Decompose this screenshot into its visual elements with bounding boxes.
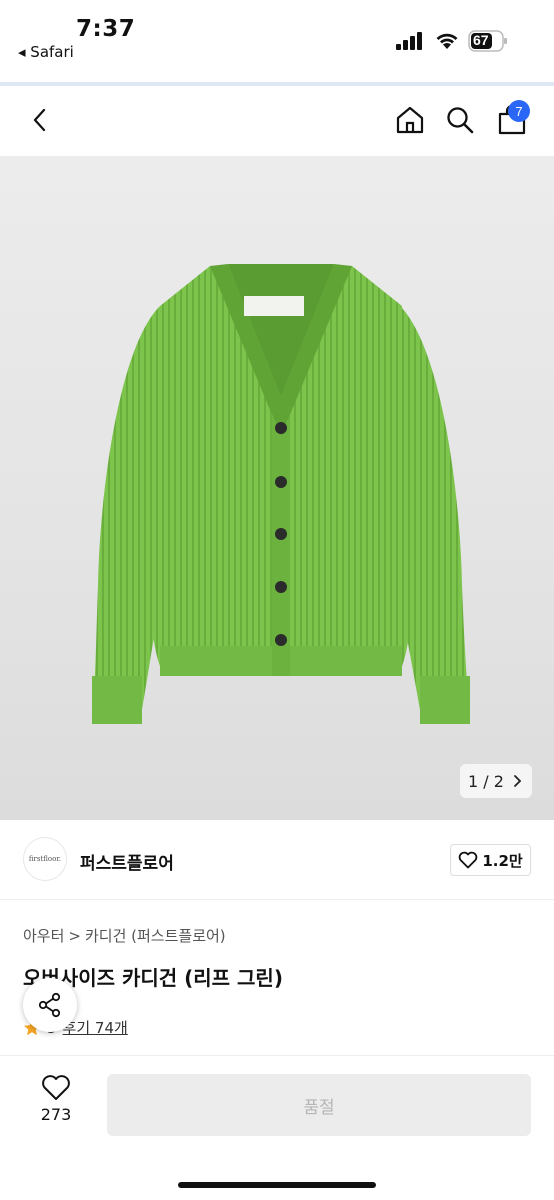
brand-like-count: 1.2만: [482, 851, 523, 870]
search-icon: [447, 107, 474, 134]
image-pager[interactable]: 1 / 2: [460, 764, 532, 798]
chevron-left-icon: [33, 108, 46, 132]
share-icon: [38, 992, 61, 1018]
breadcrumb-subcategory[interactable]: 카디건 (퍼스트플로어): [85, 925, 226, 946]
search-button[interactable]: [440, 100, 480, 140]
back-to-safari-link[interactable]: ◂ Safari: [18, 43, 74, 61]
wishlist-count: 273: [40, 1105, 72, 1124]
home-icon: [396, 106, 424, 134]
chevron-right-icon: [514, 775, 522, 787]
brand-logo-text: firstfloor.: [28, 855, 62, 863]
status-bar: 7:37 ◂ Safari 67: [0, 0, 554, 86]
home-indicator: [178, 1182, 376, 1188]
product-image[interactable]: 1 / 2: [0, 156, 554, 820]
green-cardigan-illustration: [92, 264, 470, 724]
wifi-icon: [436, 33, 458, 49]
battery-level: 67: [473, 32, 489, 48]
wishlist-button[interactable]: 273: [30, 1074, 82, 1124]
status-time: 7:37: [76, 16, 136, 42]
breadcrumb: 아우터 > 카디건 (퍼스트플로어): [23, 925, 226, 946]
brand-name[interactable]: 퍼스트플로어: [80, 849, 174, 874]
pager-label: 1 / 2: [468, 771, 504, 791]
cellular-signal-icon: [396, 32, 422, 50]
heart-icon: [459, 851, 478, 869]
brand-like-button[interactable]: 1.2만: [450, 844, 531, 876]
breadcrumb-category[interactable]: 아우터: [23, 925, 64, 946]
bottom-action-bar: 273 품절: [0, 1055, 554, 1200]
brand-row: firstfloor. 퍼스트플로어 1.2만: [0, 820, 554, 900]
heart-icon: [42, 1075, 70, 1100]
battery-icon: 67: [468, 30, 508, 52]
home-button[interactable]: [390, 100, 430, 140]
cart-count-badge: 7: [508, 100, 530, 122]
share-button[interactable]: [23, 978, 77, 1032]
back-button[interactable]: [20, 100, 60, 140]
top-navigation: [0, 86, 554, 156]
brand-logo[interactable]: firstfloor.: [23, 837, 67, 881]
sold-out-button[interactable]: 품절: [107, 1074, 531, 1136]
breadcrumb-separator: >: [68, 926, 81, 945]
